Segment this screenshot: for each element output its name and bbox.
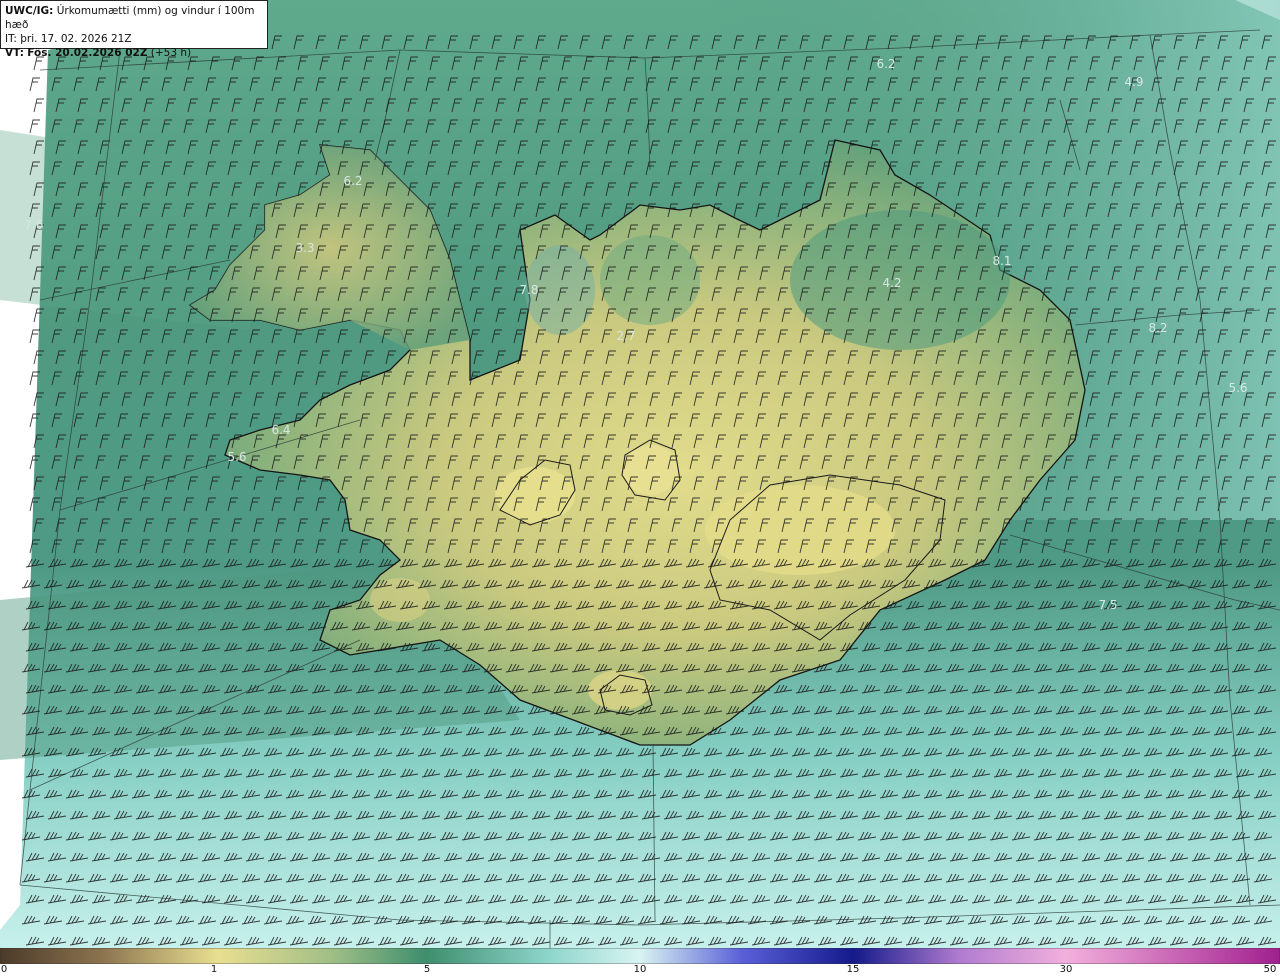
- lead-time: (+53 h): [150, 47, 192, 59]
- map-header: UWC/IG: Úrkomumætti (mm) og vindur í 100…: [0, 0, 268, 59]
- precip-value-label: 8.1: [992, 254, 1011, 268]
- colorbar-tick-0: 0: [0, 964, 8, 975]
- colorbar-tick-6: 50: [1263, 964, 1277, 975]
- precip-value-label: 6.4: [271, 423, 290, 437]
- valid-time: Fös. 20.02.2026 02Z: [27, 47, 148, 59]
- colorbar-tick-1: 1: [210, 964, 218, 975]
- precip-value-label: 8.2: [1148, 321, 1167, 335]
- colorbar-tick-4: 15: [846, 964, 860, 975]
- precip-value-label: 7.5: [1098, 598, 1117, 612]
- colorbar: 0 1 5 10 15 30 50: [0, 948, 1280, 978]
- model-label: UWC/IG:: [5, 5, 54, 17]
- precip-value-label: 6.2: [876, 57, 895, 71]
- precipitation-wind-map: 6.2 3.3 7.6 7.8 2.7 6.4 5.6 4.2 8.2 4.9 5.6 7.5 8.1 6…: [0, 0, 1280, 948]
- precip-value-label: 7.8: [519, 283, 538, 297]
- precip-value-label: 6.2: [343, 174, 362, 188]
- init-time: þri. 17. 02. 2026 21Z: [20, 33, 132, 45]
- precip-value-label: 4.2: [882, 276, 901, 290]
- precip-value-label: 3.3: [295, 241, 314, 255]
- valid-prefix: VT:: [5, 47, 24, 59]
- colorbar-gradient: [0, 948, 1280, 964]
- precip-value-label: 2.7: [616, 329, 635, 343]
- colorbar-tick-2: 5: [423, 964, 431, 975]
- precip-value-label: 4.9: [1124, 75, 1143, 89]
- colorbar-tick-3: 10: [633, 964, 647, 975]
- colorbar-tick-5: 30: [1059, 964, 1073, 975]
- precip-value-label: 5.6: [227, 450, 246, 464]
- precip-value-label: 7.6: [24, 218, 43, 232]
- init-prefix: IT:: [5, 33, 17, 45]
- precip-value-label: 5.6: [1228, 381, 1247, 395]
